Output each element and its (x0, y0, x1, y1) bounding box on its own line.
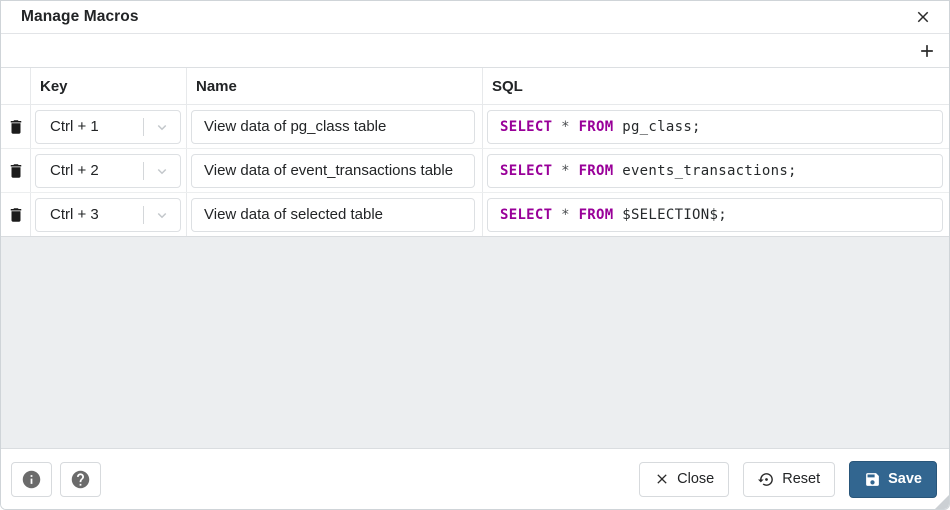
select-separator (143, 206, 144, 224)
cell-delete (1, 105, 31, 148)
sql-keyword: SELECT (500, 119, 552, 135)
key-select-value: Ctrl + 3 (36, 206, 99, 223)
grid-header-row: Key Name SQL (1, 68, 949, 105)
sql-keyword: SELECT (500, 163, 552, 179)
sql-keyword: FROM (579, 163, 614, 179)
cell-name (187, 105, 483, 148)
chevron-down-icon (153, 118, 171, 136)
header-cell-name: Name (187, 68, 483, 104)
sql-identifier: events_transactions; (613, 163, 796, 179)
cell-key: Ctrl + 2 (31, 149, 187, 192)
save-button[interactable]: Save (849, 461, 937, 498)
dialog-titlebar: Manage Macros (1, 1, 949, 34)
macros-toolbar (1, 34, 949, 68)
header-cell-delete (1, 68, 31, 104)
macros-grid: Key Name SQL (1, 68, 949, 237)
sql-operator: * (552, 119, 578, 135)
trash-icon (7, 118, 25, 136)
sql-editor[interactable]: SELECT * FROM $SELECTION$; (487, 198, 943, 232)
cell-key: Ctrl + 1 (31, 105, 187, 148)
name-column-header: Name (196, 78, 237, 95)
trash-icon (7, 162, 25, 180)
resize-grip[interactable] (935, 495, 949, 509)
close-button[interactable]: Close (639, 462, 729, 497)
cell-sql: SELECT * FROM pg_class; (483, 105, 949, 148)
sql-keyword: FROM (579, 119, 614, 135)
sql-editor[interactable]: SELECT * FROM events_transactions; (487, 154, 943, 188)
macro-name-input[interactable] (191, 110, 475, 144)
macro-row: Ctrl + 1 SELECT * FROM pg_class; (1, 105, 949, 149)
manage-macros-dialog: Manage Macros Key Name SQL (0, 0, 950, 510)
macro-name-input[interactable] (191, 198, 475, 232)
key-select[interactable]: Ctrl + 1 (35, 110, 181, 144)
macro-row: Ctrl + 3 SELECT * FROM $SELECTION$; (1, 193, 949, 237)
macro-row: Ctrl + 2 SELECT * FROM events_transactio… (1, 149, 949, 193)
reset-button-label: Reset (782, 471, 820, 487)
save-button-label: Save (888, 471, 922, 487)
cell-name (187, 193, 483, 236)
cell-delete (1, 149, 31, 192)
cell-name (187, 149, 483, 192)
save-icon (864, 471, 881, 488)
dialog-footer: Close Reset Save (1, 448, 949, 509)
sql-keyword: FROM (579, 207, 614, 223)
close-icon (914, 8, 932, 26)
cell-delete (1, 193, 31, 236)
key-select-value: Ctrl + 2 (36, 162, 99, 179)
macro-name-input[interactable] (191, 154, 475, 188)
chevron-down-icon (153, 162, 171, 180)
footer-action-buttons: Close Reset Save (639, 461, 939, 498)
plus-icon (917, 41, 937, 61)
sql-identifier: $SELECTION$; (613, 207, 726, 223)
grid-body: Ctrl + 1 SELECT * FROM pg_class; (1, 105, 949, 237)
chevron-down-icon (153, 206, 171, 224)
key-select[interactable]: Ctrl + 3 (35, 198, 181, 232)
sql-identifier: pg_class; (613, 119, 700, 135)
close-icon (654, 471, 670, 487)
dialog-help-button[interactable] (60, 462, 101, 497)
sql-help-button[interactable] (11, 462, 52, 497)
key-column-header: Key (40, 78, 68, 95)
sql-editor[interactable]: SELECT * FROM pg_class; (487, 110, 943, 144)
info-icon (21, 469, 42, 490)
close-button-label: Close (677, 471, 714, 487)
dialog-title: Manage Macros (21, 8, 139, 26)
cell-sql: SELECT * FROM $SELECTION$; (483, 193, 949, 236)
reset-icon (758, 471, 775, 488)
sql-operator: * (552, 207, 578, 223)
trash-icon (7, 206, 25, 224)
cell-key: Ctrl + 3 (31, 193, 187, 236)
delete-row-button[interactable] (4, 201, 28, 229)
help-icon (70, 469, 91, 490)
key-select[interactable]: Ctrl + 2 (35, 154, 181, 188)
header-cell-sql: SQL (483, 68, 949, 104)
select-separator (143, 118, 144, 136)
add-macro-button[interactable] (913, 37, 941, 65)
key-select-value: Ctrl + 1 (36, 118, 99, 135)
dialog-body-filler (1, 237, 949, 448)
sql-operator: * (552, 163, 578, 179)
header-cell-key: Key (31, 68, 187, 104)
delete-row-button[interactable] (4, 157, 28, 185)
select-separator (143, 162, 144, 180)
sql-keyword: SELECT (500, 207, 552, 223)
delete-row-button[interactable] (4, 113, 28, 141)
sql-column-header: SQL (492, 78, 523, 95)
dialog-close-button[interactable] (909, 3, 937, 31)
reset-button[interactable]: Reset (743, 462, 835, 497)
cell-sql: SELECT * FROM events_transactions; (483, 149, 949, 192)
